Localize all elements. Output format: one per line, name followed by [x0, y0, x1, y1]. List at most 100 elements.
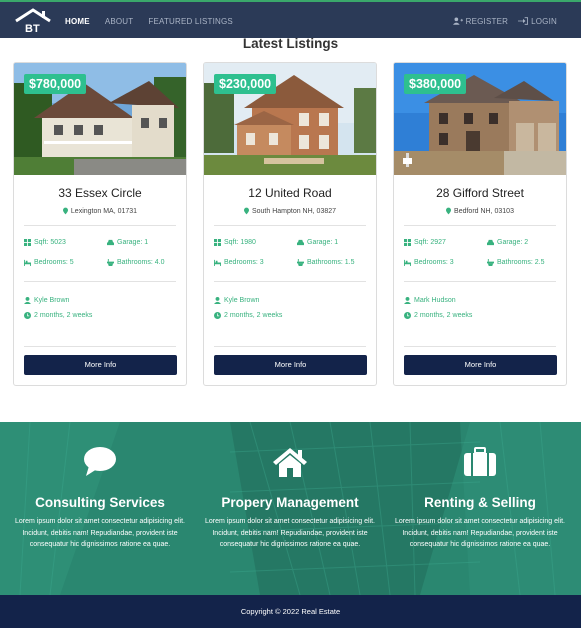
- service-title: Consulting Services: [35, 495, 165, 510]
- time-text: 2 months, 2 weeks: [224, 312, 283, 319]
- home-icon: [273, 448, 307, 477]
- listing-title: 12 United Road: [248, 186, 332, 200]
- nav-links: HOME ABOUT FEATURED LISTINGS: [65, 2, 233, 40]
- car-icon: [107, 239, 114, 246]
- th-large-icon: [24, 239, 31, 246]
- time-meta: 2 months, 2 weeks: [24, 310, 96, 321]
- bed-icon: [404, 259, 411, 266]
- bathrooms-feature: Bathrooms: 4.0: [107, 259, 164, 266]
- location-text: South Hampton NH, 03827: [251, 207, 337, 215]
- divider: [214, 225, 366, 226]
- divider: [24, 346, 176, 347]
- listing-image[interactable]: $230,000: [204, 63, 376, 175]
- listings-title: Latest Listings: [242, 36, 339, 51]
- clock-icon: [24, 312, 31, 319]
- sqft-feature: Sqft: 5023: [24, 239, 66, 246]
- agent-meta: Mark Hudson: [404, 295, 456, 306]
- services-section: Consulting Services Lorem ipsum dolor si…: [0, 422, 581, 595]
- navbar: BT HOME ABOUT FEATURED LISTINGS REGISTER…: [0, 0, 581, 38]
- copyright-text: Copyright © 2022 Real Estate: [240, 607, 341, 616]
- garage-text: Garage: 2: [497, 239, 529, 246]
- agent-name: Kyle Brown: [224, 297, 260, 304]
- time-text: 2 months, 2 weeks: [414, 312, 473, 319]
- price-badge: $780,000: [24, 74, 87, 94]
- bedrooms-text: Bedrooms: 5: [34, 259, 74, 266]
- bathrooms-feature: Bathrooms: 1.5: [297, 259, 354, 266]
- garage-text: Garage: 1: [307, 239, 339, 246]
- location-text: Lexington MA, 01731: [70, 207, 138, 215]
- agent-name: Mark Hudson: [414, 297, 456, 304]
- user-icon: [214, 297, 221, 304]
- time-meta: 2 months, 2 weeks: [404, 310, 476, 321]
- bathrooms-text: Bathrooms: 2.5: [497, 259, 545, 266]
- bathrooms-text: Bathrooms: 4.0: [117, 259, 165, 266]
- car-icon: [487, 239, 494, 246]
- listing-card: $380,000 28 Gifford Street Bedford NH, 0…: [393, 62, 567, 386]
- location-text: Bedford NH, 03103: [454, 207, 514, 215]
- login-link[interactable]: LOGIN: [518, 17, 557, 26]
- user-icon: [24, 297, 31, 304]
- service-text: Lorem ipsum dolor sit amet consectetur a…: [394, 518, 566, 548]
- listing-image[interactable]: $380,000: [394, 63, 566, 175]
- footer: Copyright © 2022 Real Estate: [0, 595, 581, 628]
- garage-feature: Garage: 2: [487, 239, 528, 246]
- map-marker-icon: [446, 207, 452, 215]
- service-text: Lorem ipsum dolor sit amet consectetur a…: [204, 518, 376, 548]
- agent-meta: Kyle Brown: [24, 295, 69, 306]
- service-title: Renting & Selling: [424, 495, 536, 510]
- register-link[interactable]: REGISTER: [452, 16, 509, 26]
- sqft-text: Sqft: 2927: [414, 239, 446, 246]
- car-icon: [297, 239, 304, 246]
- divider: [24, 225, 176, 226]
- price-badge: $380,000: [404, 74, 467, 94]
- user-plus-icon: [452, 17, 463, 25]
- chat-bubble-icon: [84, 447, 116, 476]
- bedrooms-feature: Bedrooms: 5: [24, 259, 74, 266]
- divider: [214, 346, 366, 347]
- time-text: 2 months, 2 weeks: [34, 312, 93, 319]
- bathrooms-text: Bathrooms: 1.5: [307, 259, 355, 266]
- bedrooms-feature: Bedrooms: 3: [404, 259, 454, 266]
- sqft-text: Sqft: 5023: [34, 239, 66, 246]
- clock-icon: [214, 312, 221, 319]
- bath-icon: [487, 259, 494, 266]
- divider: [404, 225, 556, 226]
- login-label: LOGIN: [531, 16, 557, 26]
- divider: [214, 281, 366, 282]
- bedrooms-text: Bedrooms: 3: [224, 259, 264, 266]
- listing-card: $780,000 33 Essex Circle Lexington MA, 0…: [13, 62, 187, 386]
- brand-text: BT: [25, 23, 40, 34]
- nav-featured-link[interactable]: FEATURED LISTINGS: [148, 17, 233, 26]
- nav-home-link[interactable]: HOME: [65, 17, 90, 26]
- nav-about-link[interactable]: ABOUT: [105, 17, 134, 26]
- bed-icon: [214, 259, 221, 266]
- service-title: Propery Management: [221, 495, 359, 510]
- listing-card: $230,000 12 United Road South Hampton NH…: [203, 62, 377, 386]
- map-marker-icon: [243, 207, 249, 215]
- nav-auth: REGISTER LOGIN: [452, 2, 557, 40]
- sqft-feature: Sqft: 1980: [214, 239, 256, 246]
- listing-image[interactable]: $780,000: [14, 63, 186, 175]
- brand-logo[interactable]: BT: [14, 8, 52, 35]
- bath-icon: [107, 259, 114, 266]
- more-info-button[interactable]: More Info: [214, 355, 367, 375]
- clock-icon: [404, 312, 411, 319]
- service-text: Lorem ipsum dolor sit amet consectetur a…: [14, 518, 186, 548]
- time-meta: 2 months, 2 weeks: [214, 310, 286, 321]
- more-info-button[interactable]: More Info: [404, 355, 557, 375]
- divider: [404, 346, 556, 347]
- sqft-text: Sqft: 1980: [224, 239, 256, 246]
- map-marker-icon: [62, 207, 68, 215]
- price-badge: $230,000: [214, 74, 277, 94]
- garage-feature: Garage: 1: [297, 239, 338, 246]
- divider: [404, 281, 556, 282]
- bed-icon: [24, 259, 31, 266]
- register-label: REGISTER: [465, 16, 509, 26]
- suitcase-icon: [464, 447, 496, 476]
- agent-meta: Kyle Brown: [214, 295, 259, 306]
- sign-in-icon: [518, 17, 529, 25]
- bathrooms-feature: Bathrooms: 2.5: [487, 259, 544, 266]
- user-icon: [404, 297, 411, 304]
- more-info-button[interactable]: More Info: [24, 355, 177, 375]
- listing-location: Lexington MA, 01731: [14, 207, 186, 215]
